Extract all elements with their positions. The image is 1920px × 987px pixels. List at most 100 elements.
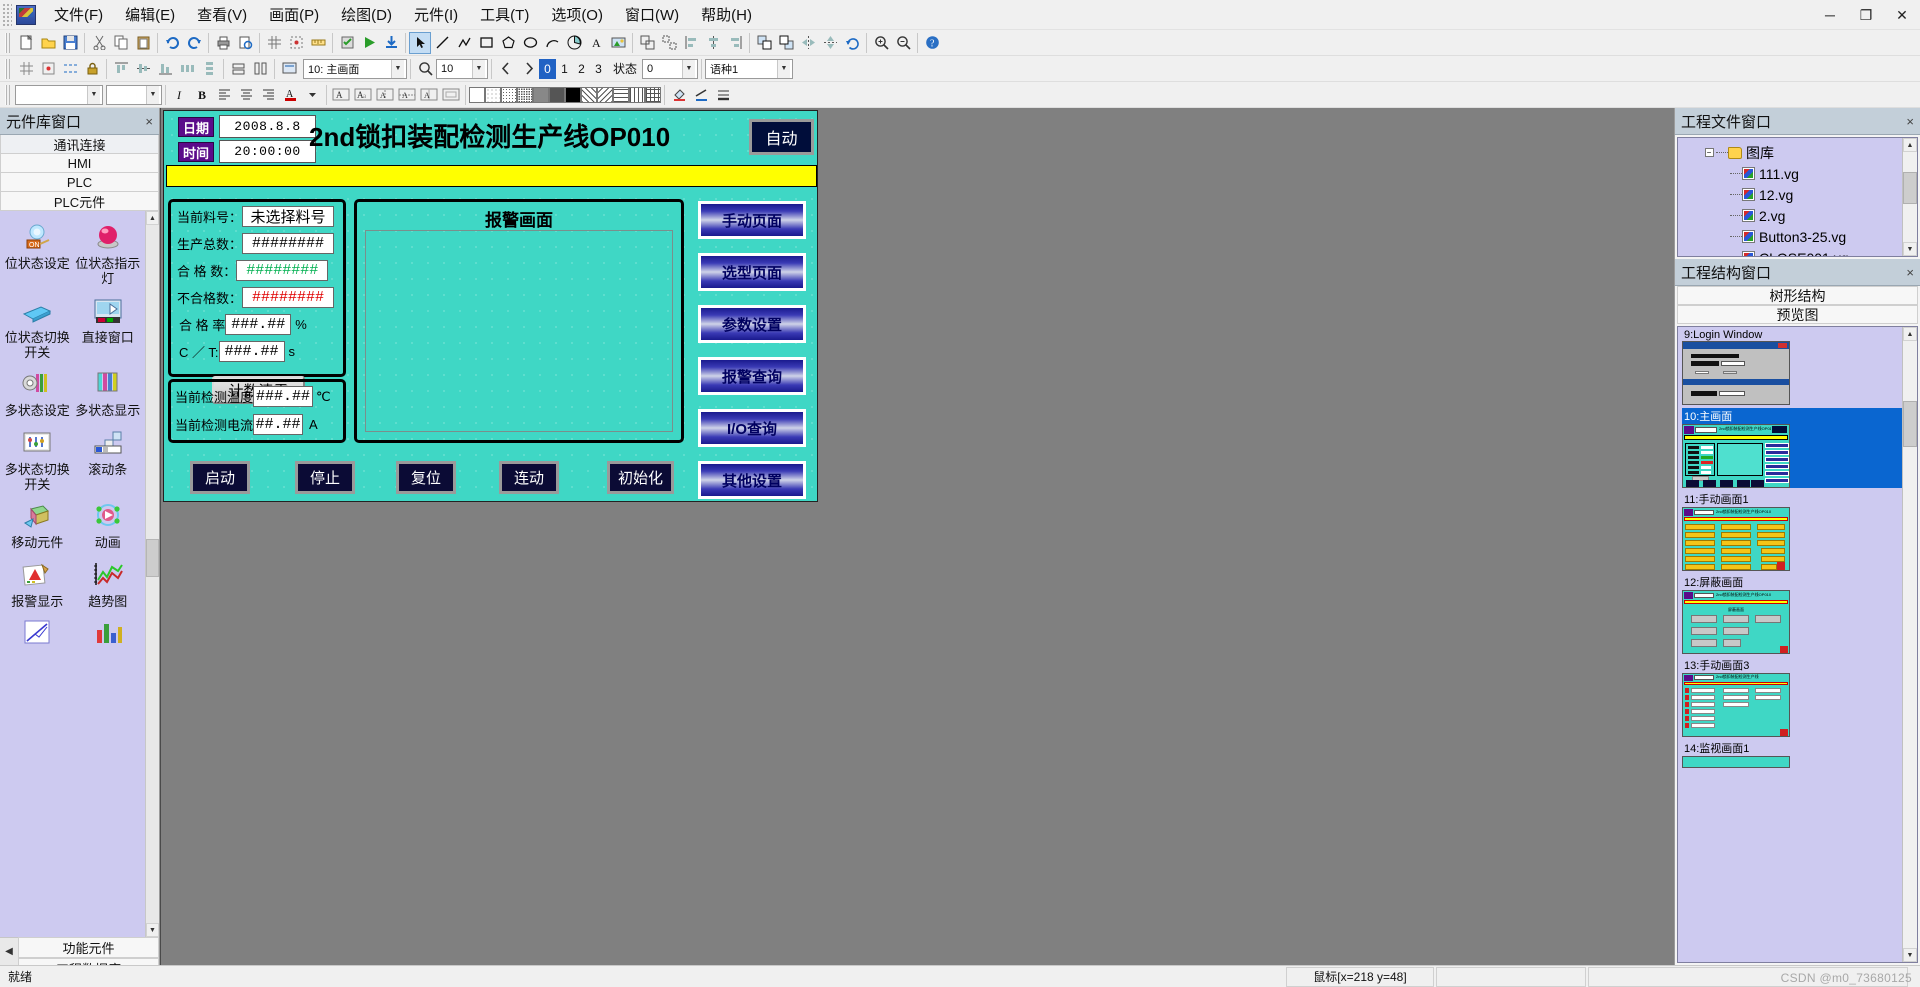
library-header-plc-element[interactable]: PLC元件 [0,192,159,211]
library-header-plc[interactable]: PLC [0,173,159,192]
bring-front-icon[interactable] [753,32,775,54]
rotate-icon[interactable] [841,32,863,54]
same-width-icon[interactable] [227,58,249,80]
distribute-v-icon[interactable] [198,58,220,80]
nav-button-parameter-setting[interactable]: 参数设置 [698,305,806,343]
library-item[interactable]: 多状态切换开关 [2,423,73,495]
ellipse-icon[interactable] [519,32,541,54]
menu-view[interactable]: 查看(V) [186,1,258,28]
nav-button-manual-page[interactable]: 手动页面 [698,201,806,239]
pattern-gray-75[interactable] [549,86,565,103]
pattern-diag-1[interactable] [581,86,597,103]
menu-gripper[interactable] [2,2,12,27]
same-height-icon[interactable] [249,58,271,80]
font-color-dropdown-icon[interactable] [301,84,323,106]
close-icon[interactable]: × [145,114,153,129]
pattern-dots-light[interactable] [485,86,501,103]
design-canvas[interactable]: 日期 2008.8.8 时间 20:00:00 2nd锁扣装配检测生产线OP01… [160,108,1674,965]
date-value[interactable]: 2008.8.8 [219,115,316,138]
menu-file[interactable]: 文件(F) [43,1,114,28]
preview-scrollbar[interactable]: ▲ ▼ [1902,327,1917,962]
text-align-center-icon[interactable] [235,84,257,106]
scroll-down-icon[interactable]: ▼ [1903,242,1917,256]
line-icon[interactable] [431,32,453,54]
line-width-icon[interactable] [712,84,734,106]
stat-value[interactable]: ######## [242,233,335,254]
screen-preview-item[interactable]: 11:手动画面1 2nd锁扣装配检测生产线OP010 [1682,491,1902,571]
tree-row-file[interactable]: 111.vg [1680,163,1900,184]
action-button-initialize[interactable]: 初始化 [607,461,674,494]
tree-row-file[interactable]: 2.vg [1680,205,1900,226]
tree-row-file[interactable]: Button3-25.vg [1680,226,1900,247]
library-item[interactable]: 多状态设定 [2,364,73,420]
polyline-icon[interactable] [453,32,475,54]
time-value[interactable]: 20:00:00 [219,140,316,163]
hmi-screen[interactable]: 日期 2008.8.8 时间 20:00:00 2nd锁扣装配检测生产线OP01… [163,110,818,502]
chevron-down-icon[interactable]: ▼ [146,85,159,104]
nav-button-selection-page[interactable]: 选型页面 [698,253,806,291]
state-next-icon[interactable] [517,58,539,80]
scroll-up-icon[interactable]: ▲ [1903,138,1917,152]
pattern-solid[interactable] [565,86,581,103]
redo-icon[interactable] [183,32,205,54]
text-box-style-6-icon[interactable] [440,84,462,106]
pattern-none[interactable] [469,86,485,103]
stat-value[interactable]: ###.## [218,341,285,362]
measure-value[interactable]: ##.## [253,414,304,435]
italic-icon[interactable]: I [169,84,191,106]
cut-icon[interactable] [88,32,110,54]
library-item[interactable]: 报警显示 [2,555,73,611]
toolbar-grip[interactable] [5,84,12,105]
close-icon[interactable]: × [1906,265,1914,280]
distribute-h-icon[interactable] [176,58,198,80]
grid-toggle-icon[interactable] [15,58,37,80]
scroll-down-icon[interactable]: ▼ [146,923,159,937]
screen-preview-item[interactable]: 13:手动画面3 2nd锁扣装配检测生产线 [1682,657,1902,737]
action-button-reset[interactable]: 复位 [396,461,456,494]
zoom-level-icon[interactable] [414,58,436,80]
align-bottom-icon[interactable] [154,58,176,80]
tab-tree-structure[interactable]: 树形结构 [1677,286,1918,305]
library-item[interactable]: 位状态切换开关 [2,291,73,363]
chevron-down-icon[interactable]: ▼ [472,59,485,78]
screen-props-icon[interactable] [278,58,300,80]
pattern-vert[interactable] [629,86,645,103]
expand-collapse-icon[interactable]: − [1702,148,1716,157]
ungroup-icon[interactable] [658,32,680,54]
library-item[interactable]: 直接窗口 [73,291,144,363]
text-box-style-4-icon[interactable]: A [396,84,418,106]
simulate-icon[interactable] [358,32,380,54]
font-color-icon[interactable]: A [279,84,301,106]
help-icon[interactable]: ? [921,32,943,54]
menu-tools[interactable]: 工具(T) [469,1,540,28]
select-arrow-icon[interactable] [409,31,431,54]
copy-icon[interactable] [110,32,132,54]
tree-row-file[interactable]: 12.vg [1680,184,1900,205]
print-icon[interactable] [212,32,234,54]
menu-screen[interactable]: 画面(P) [258,1,330,28]
pattern-dots-dense[interactable] [517,86,533,103]
library-item[interactable] [73,613,144,654]
toolbar-grip[interactable] [5,32,12,53]
send-back-icon[interactable] [775,32,797,54]
library-item[interactable]: ON 位状态设定 [2,217,73,289]
pie-icon[interactable] [563,32,585,54]
text-align-left-icon[interactable] [213,84,235,106]
align-right-icon[interactable] [724,32,746,54]
align-left-icon[interactable] [680,32,702,54]
text-box-style-3-icon[interactable]: A [374,84,396,106]
text-box-style-2-icon[interactable]: Aa [352,84,374,106]
open-file-icon[interactable] [37,32,59,54]
library-header-comm[interactable]: 通讯连接 [0,135,159,154]
stat-value[interactable]: ###.## [225,314,292,335]
snap-grid-icon[interactable] [37,58,59,80]
screen-preview-item[interactable]: 12:屏蔽画面 2nd锁扣装配检测生产线OP010 屏蔽画面 [1682,574,1902,654]
action-button-linkage[interactable]: 连动 [499,461,559,494]
stat-value[interactable]: ######## [236,260,329,281]
bold-icon[interactable]: B [191,84,213,106]
library-item[interactable]: 趋势图 [73,555,144,611]
compile-icon[interactable] [336,32,358,54]
screen-preview-list[interactable]: 9:Login Window 10:主画面 2nd锁扣装配检测生产线OP010 … [1677,326,1918,963]
stat-value[interactable]: ######## [242,287,335,308]
library-prev-icon[interactable]: ◀ [0,937,18,965]
